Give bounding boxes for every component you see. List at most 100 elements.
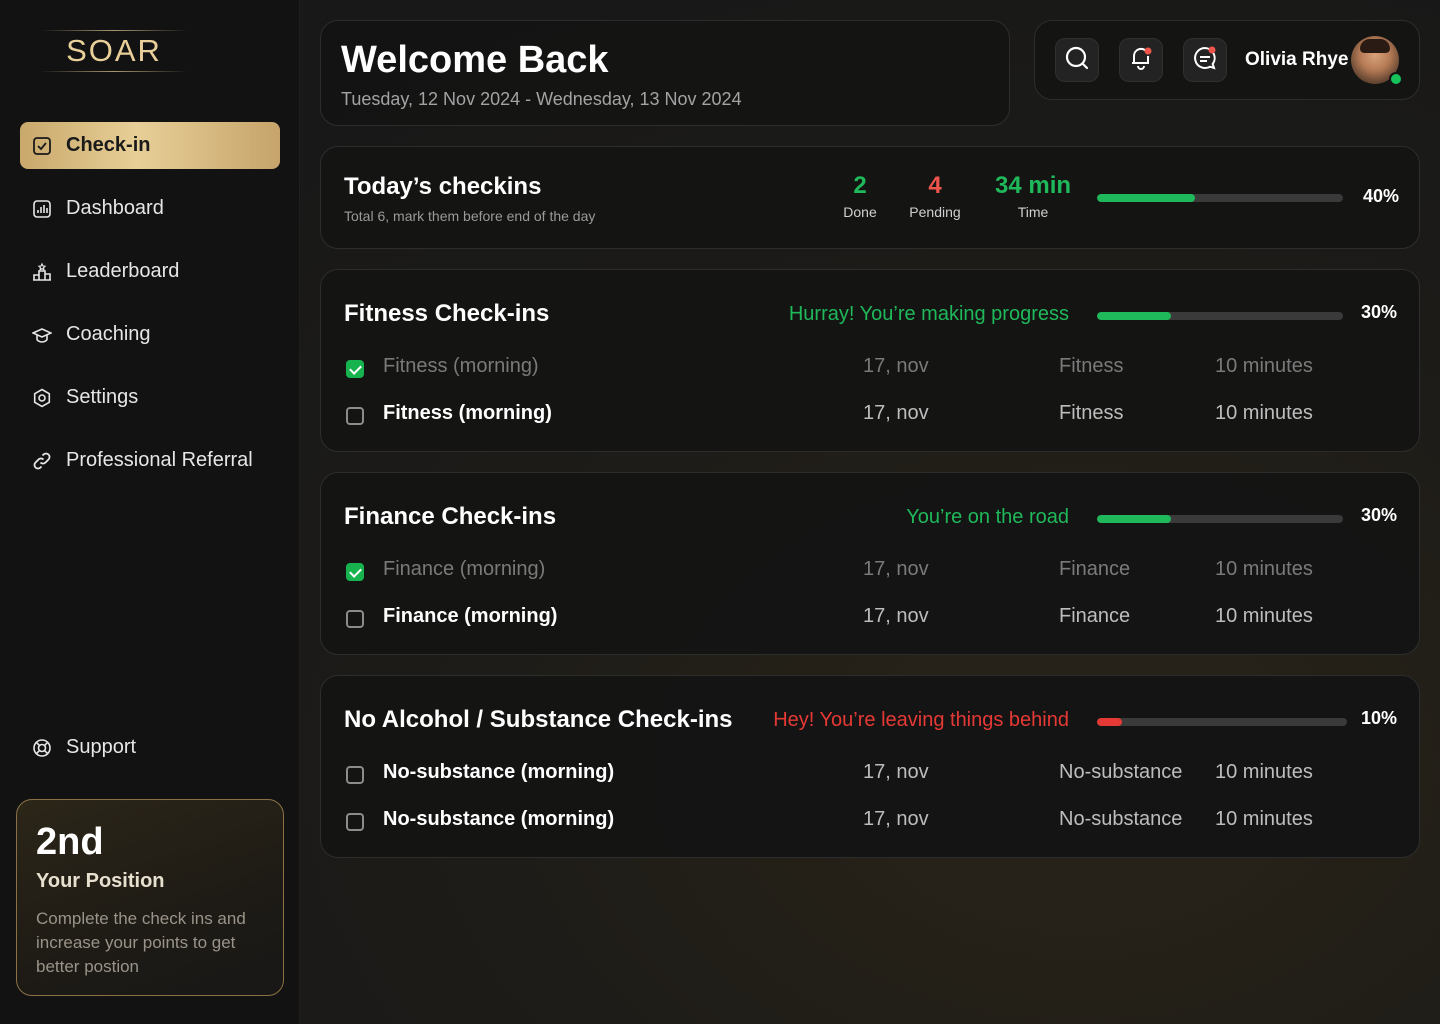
checkin-duration: 10 minutes: [1215, 761, 1313, 783]
sidebar-item-dashboard[interactable]: Dashboard: [20, 185, 280, 232]
logo-text: SOAR: [66, 33, 162, 68]
section-progress-bar: [1097, 515, 1343, 523]
sidebar-item-leaderboard[interactable]: Leaderboard: [20, 248, 280, 295]
sidebar-item-label: Check-in: [66, 134, 151, 156]
position-description: Complete the check ins and increase your…: [36, 909, 246, 976]
notification-bell-icon: [1128, 45, 1154, 76]
unchecked-checkbox[interactable]: [346, 407, 364, 425]
section-progress-fill: [1097, 312, 1171, 320]
checkin-category: No-substance: [1059, 808, 1183, 830]
todays-checkins-card: Today’s checkins Total 6, mark them befo…: [320, 146, 1420, 249]
sidebar-item-coaching[interactable]: Coaching: [20, 311, 280, 358]
checkin-date: 17, nov: [863, 402, 929, 424]
date-range: Tuesday, 12 Nov 2024 - Wednesday, 13 Nov…: [341, 89, 742, 109]
search-icon: [1064, 45, 1090, 76]
section-title: Finance Check-ins: [344, 503, 557, 530]
section-progress-fill: [1097, 515, 1171, 523]
checkin-row[interactable]: Fitness (morning) 17, nov Fitness 10 minute…: [343, 354, 1393, 384]
checkin-category: Fitness: [1059, 402, 1124, 424]
notifications-button[interactable]: [1119, 38, 1163, 82]
online-status-indicator: [1389, 72, 1403, 86]
sidebar-item-settings[interactable]: Settings: [20, 374, 280, 421]
sidebar-item-support[interactable]: Support: [20, 724, 280, 771]
sidebar-item-check-in[interactable]: Check-in: [20, 122, 280, 169]
section-progress-percent: 10%: [1360, 708, 1397, 728]
checkin-date: 17, nov: [863, 761, 929, 783]
stat-pending-value: 4: [928, 172, 942, 199]
user-name[interactable]: Olivia Rhye: [1245, 49, 1349, 71]
checkin-category: Fitness: [1059, 355, 1124, 377]
checkin-name: Fitness (morning): [383, 355, 539, 377]
unchecked-checkbox[interactable]: [346, 813, 364, 831]
sidebar-item-label: Settings: [66, 386, 139, 408]
sidebar-item-professional-referral[interactable]: Professional Referral: [20, 437, 280, 484]
position-rank: 2nd: [36, 821, 104, 863]
section-progress-percent: 30%: [1360, 302, 1397, 322]
checkin-duration: 10 minutes: [1215, 558, 1313, 580]
stat-pending-label: Pending: [909, 204, 961, 220]
section-status-message: You’re on the road: [906, 506, 1069, 528]
todays-checkins-subtitle: Total 6, mark them before end of the day: [344, 208, 596, 224]
stat-time: 34 min Time: [988, 172, 1078, 220]
section-progress-bar: [1097, 312, 1343, 320]
section-progress-bar: [1097, 718, 1347, 726]
today-progress-bar: [1097, 194, 1343, 202]
checked-checkbox[interactable]: [346, 360, 364, 378]
unchecked-checkbox[interactable]: [346, 766, 364, 784]
checkbox-icon: [32, 136, 52, 156]
welcome-card: Welcome Back Tuesday, 12 Nov 2024 - Wedn…: [320, 20, 1010, 126]
sidebar-item-label: Support: [66, 736, 137, 758]
checkin-row[interactable]: No-substance (morning) 17, nov No-substanc…: [343, 807, 1393, 837]
logo-top-line: [40, 30, 188, 31]
checkin-row[interactable]: Finance (morning) 17, nov Finance 10 minute…: [343, 604, 1393, 634]
checkin-name: Finance (morning): [383, 558, 546, 580]
sidebar-item-label: Professional Referral: [66, 449, 253, 471]
stat-time-label: Time: [1017, 204, 1049, 220]
todays-checkins-title: Today’s checkins: [344, 173, 542, 200]
position-label: Your Position: [36, 870, 165, 892]
section-status-message: Hurray! You’re making progress: [788, 303, 1069, 325]
search-button[interactable]: [1055, 38, 1099, 82]
section-title: Fitness Check-ins: [344, 300, 550, 327]
section-status-message: Hey! You’re leaving things behind: [773, 709, 1069, 731]
logo-bottom-line: [40, 71, 188, 72]
checkin-name: No-substance (morning): [383, 761, 615, 783]
checkin-date: 17, nov: [863, 558, 929, 580]
logo[interactable]: SOAR: [40, 30, 188, 72]
finance-checkins-card: Finance Check-ins You’re on the road 30% Fi…: [320, 472, 1420, 655]
checkin-date: 17, nov: [863, 808, 929, 830]
no-substance-checkins-card: No Alcohol / Substance Check-ins Hey! You…: [320, 675, 1420, 858]
avatar-hair: [1360, 39, 1390, 53]
checkin-duration: 10 minutes: [1215, 402, 1313, 424]
checkin-date: 17, nov: [863, 605, 929, 627]
checkin-name: No-substance (morning): [383, 808, 615, 830]
checked-checkbox[interactable]: [346, 563, 364, 581]
user-bar: Olivia Rhye: [1034, 20, 1420, 100]
avatar[interactable]: [1351, 36, 1403, 86]
stat-pending: 4 Pending: [890, 172, 980, 220]
unchecked-checkbox[interactable]: [346, 610, 364, 628]
today-progress-fill: [1097, 194, 1196, 202]
sidebar-item-label: Coaching: [66, 323, 151, 345]
gear-icon: [32, 388, 52, 408]
checkin-name: Fitness (morning): [383, 402, 552, 424]
checkin-date: 17, nov: [863, 355, 929, 377]
section-title: No Alcohol / Substance Check-ins: [344, 706, 733, 733]
section-progress-percent: 30%: [1360, 505, 1397, 525]
checkin-category: No-substance: [1059, 761, 1183, 783]
checkin-duration: 10 minutes: [1215, 605, 1313, 627]
messages-button[interactable]: [1183, 38, 1227, 82]
sidebar-item-label: Leaderboard: [66, 260, 180, 282]
checkin-category: Finance: [1059, 558, 1131, 580]
checkin-name: Finance (morning): [383, 605, 558, 627]
checkin-row[interactable]: Fitness (morning) 17, nov Fitness 10 minute…: [343, 401, 1393, 431]
stat-time-value: 34 min: [994, 172, 1072, 199]
checkin-category: Finance: [1059, 605, 1131, 627]
checkin-row[interactable]: No-substance (morning) 17, nov No-substanc…: [343, 760, 1393, 790]
checkin-duration: 10 minutes: [1215, 808, 1313, 830]
lifebuoy-icon: [32, 738, 52, 758]
checkin-row[interactable]: Finance (morning) 17, nov Finance 10 minute…: [343, 557, 1393, 587]
podium-icon: [32, 262, 52, 282]
bar-chart-icon: [32, 199, 52, 219]
chat-icon: [1192, 45, 1218, 76]
